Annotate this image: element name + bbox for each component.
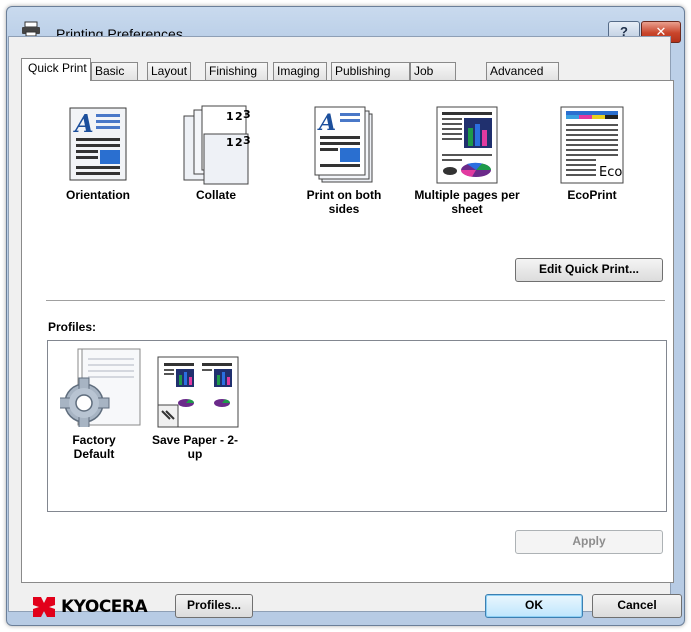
svg-text:A: A — [317, 110, 336, 136]
svg-text:A: A — [73, 109, 94, 138]
duplex-icon: A — [314, 106, 373, 183]
edit-quick-print-button[interactable]: Edit Quick Print... — [515, 258, 663, 282]
multiple-pages-option[interactable]: Multiple pages per sheet — [412, 104, 522, 234]
multiple-pages-icon — [436, 106, 498, 184]
collate-icon: 1 2 3 1 2 3 — [183, 105, 251, 185]
two-up-document-icon — [157, 356, 239, 428]
tab-publishing[interactable]: Publishing — [331, 62, 410, 80]
profile-save-paper-2up[interactable]: Save Paper - 2-up — [150, 345, 240, 469]
svg-text:1: 1 — [226, 110, 234, 123]
apply-button[interactable]: Apply — [515, 530, 663, 554]
printer-icon — [22, 21, 40, 37]
orientation-icon: A — [69, 107, 127, 181]
svg-text:3: 3 — [243, 108, 251, 121]
tab-advanced[interactable]: Advanced — [486, 62, 559, 80]
ok-button[interactable]: OK — [485, 594, 583, 618]
multiple-pages-label: Multiple pages per sheet — [414, 188, 520, 216]
kyocera-logo-icon — [33, 597, 55, 617]
eco-badge: Eco — [599, 165, 623, 180]
profiles-button[interactable]: Profiles... — [175, 594, 253, 618]
brand-name: KYOCERA — [61, 597, 148, 617]
svg-text:2: 2 — [235, 136, 243, 149]
profiles-list[interactable]: Factory Default Save Paper - 2-up — [47, 340, 667, 512]
profile-save-paper-label: Save Paper - 2-up — [151, 433, 239, 461]
cancel-button[interactable]: Cancel — [592, 594, 682, 618]
svg-text:3: 3 — [243, 134, 251, 147]
collate-label: Collate — [195, 188, 236, 202]
gear-document-icon — [60, 348, 141, 427]
collate-option[interactable]: 1 2 3 1 2 3 Collate — [166, 104, 266, 224]
tab-quick-print[interactable]: Quick Print — [21, 58, 91, 81]
ecoprint-label: EcoPrint — [567, 188, 617, 202]
tab-finishing[interactable]: Finishing — [205, 62, 268, 80]
orientation-option[interactable]: A Orientation — [48, 104, 148, 224]
print-both-sides-label: Print on both sides — [306, 188, 382, 216]
print-both-sides-option[interactable]: A Print on both sides — [294, 104, 394, 234]
svg-text:2: 2 — [235, 110, 243, 123]
tab-layout[interactable]: Layout — [147, 62, 191, 80]
tab-imaging[interactable]: Imaging — [273, 62, 327, 80]
svg-text:1: 1 — [226, 136, 234, 149]
tab-job[interactable]: Job — [410, 62, 456, 80]
separator — [46, 300, 665, 301]
orientation-label: Orientation — [65, 188, 130, 202]
profile-factory-default-label: Factory Default — [72, 433, 116, 461]
profiles-label: Profiles: — [48, 320, 97, 334]
tab-basic[interactable]: Basic — [91, 62, 138, 80]
profile-factory-default[interactable]: Factory Default — [56, 345, 141, 469]
ecoprint-option[interactable]: Eco EcoPrint — [544, 104, 640, 224]
